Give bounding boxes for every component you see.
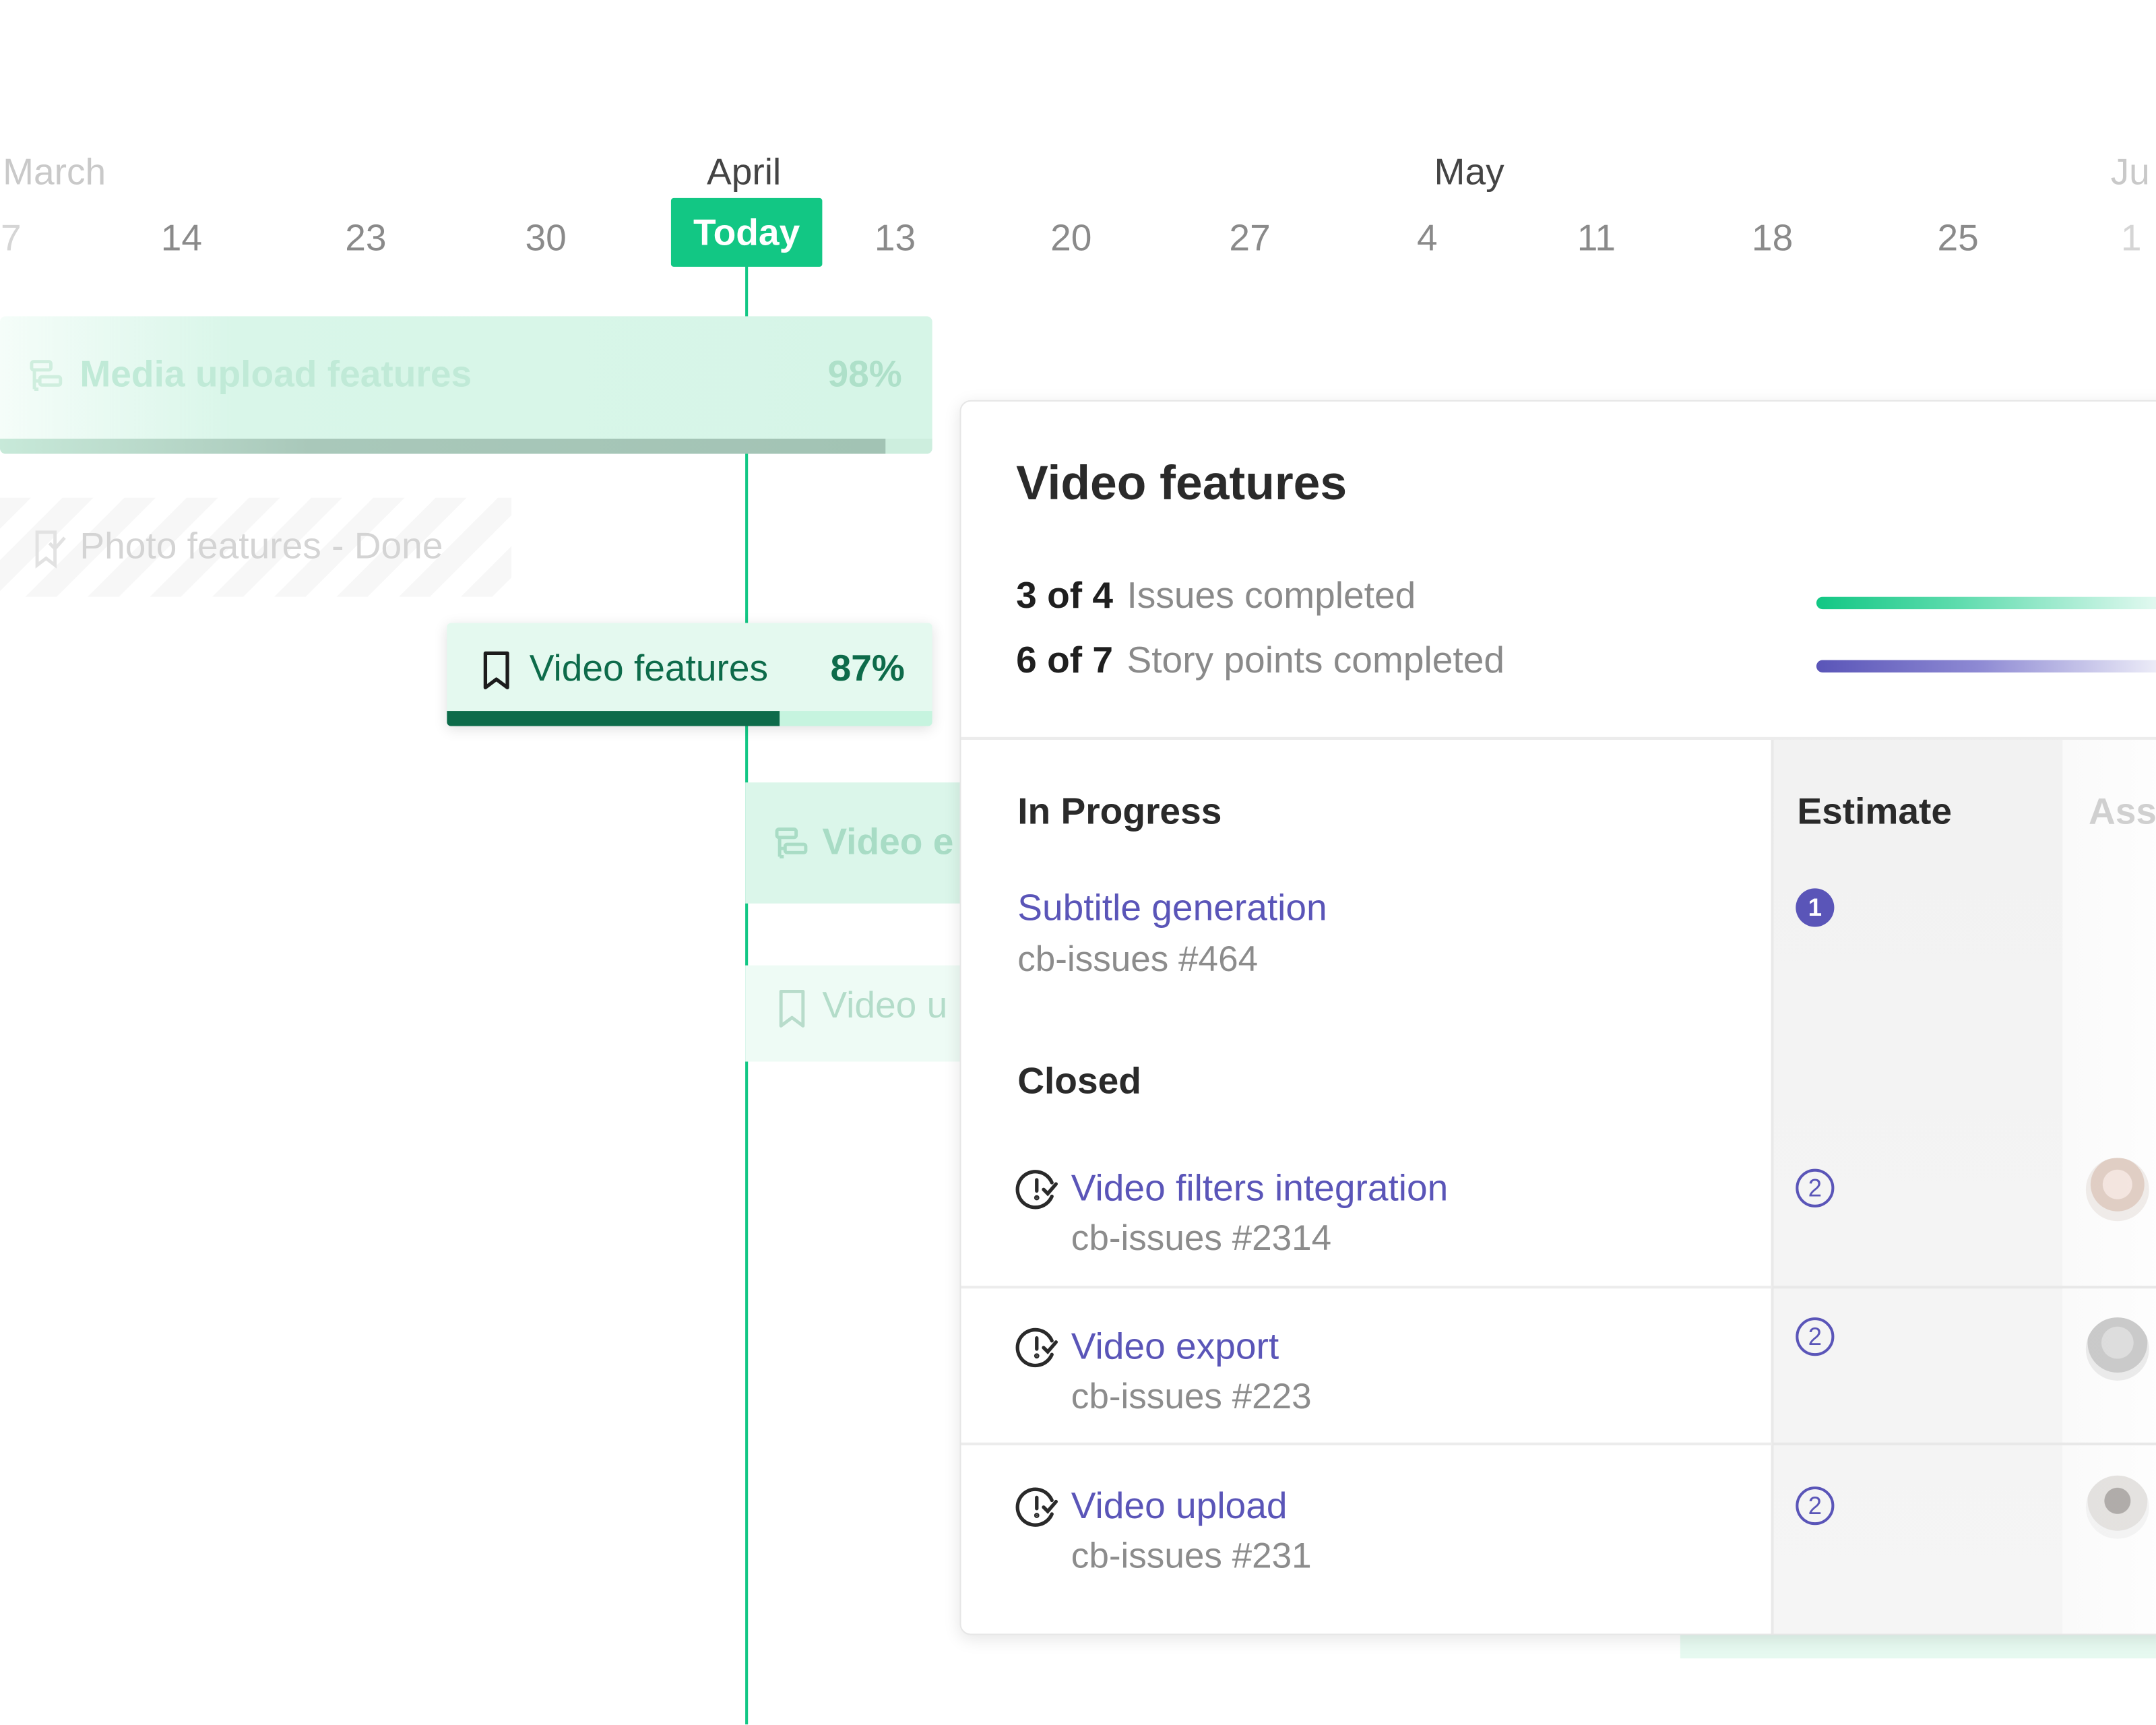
milestone-detail-panel: Video features 3 of 4 Issues completed 6 …	[959, 400, 2156, 1635]
gantt-bar-media-upload[interactable]: Media upload features 98%	[0, 316, 932, 454]
gantt-bar-video-upload[interactable]: Video u	[745, 965, 980, 1062]
gantt-bar-label: Video u	[822, 984, 948, 1026]
assignee-avatar[interactable]	[2085, 1317, 2149, 1381]
day-label: 23	[345, 217, 387, 259]
month-label-june: Ju	[2110, 151, 2150, 193]
row-divider	[1772, 1442, 2156, 1445]
issue-id: cb-issues #464	[1017, 937, 1259, 980]
issue-link-subtitle-generation[interactable]: Subtitle generation	[1017, 887, 1327, 929]
closed-issue-icon	[1015, 1327, 1058, 1368]
issues-completed-stat: 3 of 4 Issues completed	[1016, 575, 1416, 617]
progress-track	[0, 439, 932, 454]
story-points-progress-bar	[1816, 660, 2156, 672]
roadmap-view: March April May Ju 7 14 23 30 13 20 27 4…	[0, 0, 2156, 1725]
row-divider	[1772, 1286, 2156, 1289]
gantt-bar-label: Media upload features	[80, 353, 472, 395]
estimate-badge: 2	[1796, 1168, 1835, 1208]
section-title-in-progress: In Progress	[1017, 790, 1222, 832]
day-label: 18	[1751, 217, 1794, 259]
month-label-april: April	[706, 151, 782, 193]
gantt-bar-percent: 98%	[827, 353, 902, 395]
stat-count: 6 of 7	[1016, 639, 1114, 681]
gantt-bar-video-epic[interactable]: Video e	[745, 782, 980, 904]
progress-fill	[0, 439, 886, 454]
closed-issue-icon	[1015, 1170, 1058, 1210]
progress-track	[447, 711, 932, 726]
row-divider	[961, 1286, 1773, 1289]
story-points-stat: 6 of 7 Story points completed	[1016, 639, 1504, 682]
issue-id: cb-issues #223	[1071, 1375, 1312, 1417]
stat-label: Story points completed	[1127, 639, 1504, 681]
day-label: 4	[1417, 217, 1438, 259]
day-label: 30	[525, 217, 567, 259]
gantt-bar-label: Video features	[529, 648, 769, 689]
issue-id: cb-issues #231	[1071, 1534, 1312, 1576]
day-label: 25	[1937, 217, 1979, 259]
section-title-closed: Closed	[1017, 1060, 1141, 1102]
day-label: 11	[1577, 217, 1616, 259]
issue-link-video-filters-integration[interactable]: Video filters integration	[1071, 1168, 1449, 1210]
progress-fill	[447, 711, 780, 726]
day-label: 1	[2120, 217, 2142, 259]
assignee-column-header[interactable]: Ass	[2089, 790, 2156, 833]
issue-link-video-export[interactable]: Video export	[1071, 1325, 1279, 1368]
gantt-bar-label: Video e	[822, 821, 954, 862]
gantt-bar-percent: 87%	[830, 648, 905, 689]
gantt-bar-label: Photo features - Done	[80, 525, 443, 567]
day-label: 14	[160, 217, 203, 259]
day-label: 7	[0, 217, 22, 259]
today-badge[interactable]: Today	[670, 197, 823, 267]
estimate-badge: 2	[1796, 1317, 1835, 1356]
issues-progress-bar	[1816, 596, 2156, 610]
month-label-march: March	[3, 151, 106, 193]
estimate-badge: 1	[1796, 888, 1835, 927]
assignee-avatar[interactable]	[2085, 1475, 2149, 1539]
bookmark-icon	[779, 989, 805, 1028]
row-divider	[961, 1442, 1773, 1445]
stat-label: Issues completed	[1127, 575, 1416, 617]
bookmark-icon	[483, 651, 509, 690]
panel-title: Video features	[1016, 456, 1348, 511]
estimate-column-header[interactable]: Estimate	[1797, 790, 1952, 833]
day-label: 20	[1050, 217, 1092, 259]
closed-issue-icon	[1015, 1487, 1058, 1527]
stat-count: 3 of 4	[1016, 575, 1114, 617]
roadmap-icon	[30, 360, 63, 391]
roadmap-icon	[775, 827, 808, 858]
month-label-may: May	[1434, 151, 1504, 193]
estimate-badge: 2	[1796, 1486, 1835, 1526]
day-label: 13	[874, 217, 916, 259]
done-bookmark-icon	[35, 530, 66, 569]
gantt-bar-photo-features[interactable]: Photo features - Done	[0, 497, 512, 597]
assignee-avatar[interactable]	[2085, 1158, 2149, 1222]
issue-link-video-upload[interactable]: Video upload	[1071, 1485, 1288, 1528]
issue-id: cb-issues #2314	[1071, 1217, 1332, 1259]
gantt-bar-video-features[interactable]: Video features 87%	[447, 623, 932, 726]
day-label: 27	[1229, 217, 1271, 259]
